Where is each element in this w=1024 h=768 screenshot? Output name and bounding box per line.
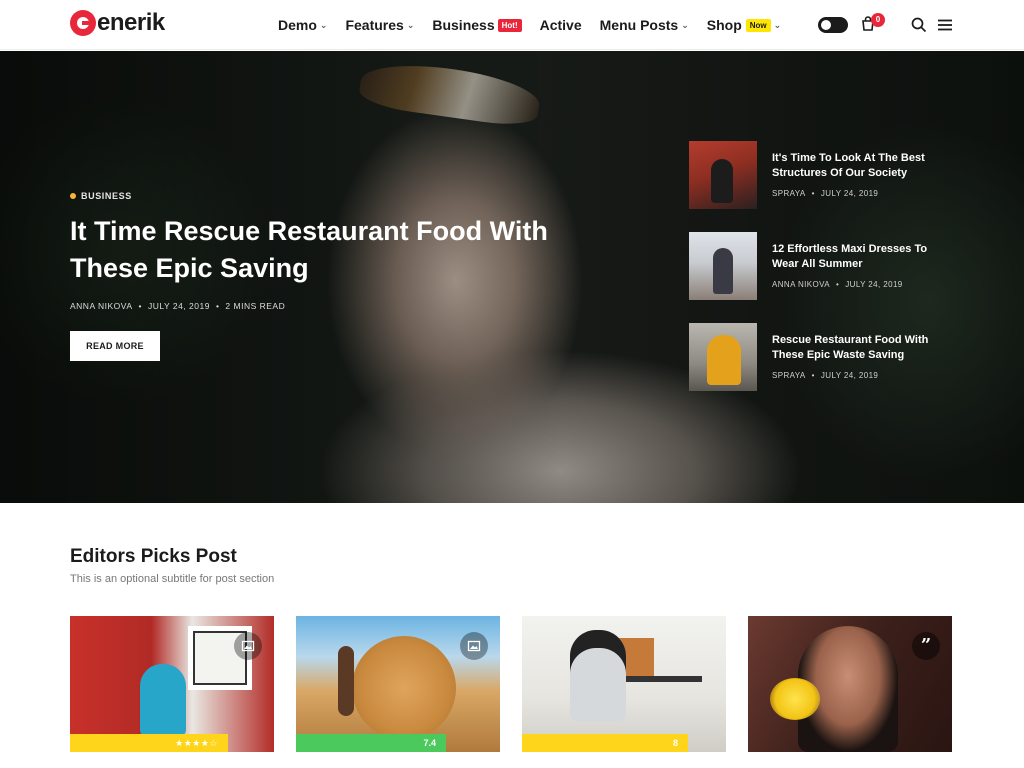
post-card[interactable]: 7.4	[296, 616, 500, 752]
dark-mode-toggle[interactable]	[818, 17, 848, 33]
read-more-button[interactable]: Read More	[70, 331, 160, 361]
hero-side-posts: It's Time To Look At The Best Structures…	[689, 141, 954, 414]
side-post-date: July 24, 2019	[845, 280, 903, 289]
post-card[interactable]: 8	[522, 616, 726, 752]
hero-featured-post: Business It Time Rescue Restaurant Food …	[70, 191, 630, 361]
nav-item-menu-posts[interactable]: Menu Posts ⌄	[600, 17, 689, 33]
site-header: enerik Demo ⌄ Features ⌄ Business Hot! A…	[0, 0, 1024, 50]
cart-button[interactable]: 0	[860, 13, 885, 34]
cart-count-badge: 0	[871, 13, 885, 27]
section-subtitle: This is an optional subtitle for post se…	[70, 573, 275, 585]
logo-text: enerik	[97, 9, 165, 36]
side-post-date: July 24, 2019	[820, 371, 879, 380]
side-post-thumbnail[interactable]	[689, 323, 757, 391]
logo-mark-icon	[70, 10, 96, 36]
category-label: Business	[81, 191, 132, 201]
main-nav: Demo ⌄ Features ⌄ Business Hot! Active M…	[278, 0, 799, 50]
rating-bar: 8	[522, 734, 688, 752]
category-dot	[70, 193, 76, 199]
site-logo[interactable]: enerik	[70, 10, 165, 36]
hero-author[interactable]: Anna Nikova	[70, 301, 133, 311]
hamburger-menu-icon[interactable]	[936, 16, 954, 34]
rating-bar: 7.4	[296, 734, 446, 752]
post-card[interactable]: ★★★★☆	[70, 616, 274, 752]
side-post-thumbnail[interactable]	[689, 232, 757, 300]
nav-label: Menu Posts	[599, 17, 679, 33]
side-post[interactable]: 12 Effortless Maxi Dresses To Wear All S…	[689, 232, 954, 300]
hero-title[interactable]: It Time Rescue Restaurant Food With Thes…	[70, 213, 630, 287]
meta-separator: •	[811, 189, 815, 198]
rating-bar: ★★★★☆	[70, 734, 228, 752]
hero-date: July 24, 2019	[147, 301, 210, 311]
nav-item-features[interactable]: Features ⌄	[345, 17, 414, 33]
side-post-text: It's Time To Look At The Best Structures…	[772, 141, 954, 209]
side-post-title[interactable]: Rescue Restaurant Food With These Epic W…	[772, 333, 954, 362]
score-value: 7.4	[423, 738, 436, 748]
nav-label: Shop	[706, 17, 742, 33]
image-gallery-icon	[234, 632, 262, 660]
side-post-author[interactable]: Spraya	[772, 189, 806, 198]
card-image-flowers	[770, 678, 820, 720]
meta-separator: •	[215, 301, 220, 311]
side-post-text: 12 Effortless Maxi Dresses To Wear All S…	[772, 232, 954, 300]
card-image-figure	[140, 664, 186, 736]
header-tools: 0	[818, 0, 954, 50]
score-value: 8	[672, 738, 678, 748]
nav-item-business[interactable]: Business Hot!	[432, 17, 522, 33]
nav-label: Business	[432, 17, 495, 33]
chevron-down-icon: ⌄	[406, 19, 415, 30]
side-post-meta: Spraya • July 24, 2019	[772, 371, 954, 380]
side-post-meta: Anna Nikova • July 24, 2019	[772, 280, 954, 289]
section-title: Editors Picks Post	[70, 546, 237, 567]
side-post[interactable]: Rescue Restaurant Food With These Epic W…	[689, 323, 954, 391]
card-image-wooden-sign	[352, 636, 456, 740]
card-image-figure	[338, 646, 354, 716]
nav-item-active[interactable]: Active	[540, 17, 582, 33]
star-rating: ★★★★☆	[175, 737, 218, 748]
meta-separator: •	[138, 301, 142, 311]
side-post-date: July 24, 2019	[820, 189, 879, 198]
side-post-title[interactable]: It's Time To Look At The Best Structures…	[772, 151, 954, 180]
nav-item-shop[interactable]: Shop Now ⌄	[707, 17, 781, 33]
nav-label: Demo	[278, 17, 317, 33]
hero-meta: Anna Nikova • July 24, 2019 • 2 Mins Rea…	[70, 301, 630, 311]
side-post-thumbnail[interactable]	[689, 141, 757, 209]
nav-label: Active	[539, 17, 582, 33]
quote-icon: ”	[912, 632, 940, 660]
hot-badge: Hot!	[497, 18, 522, 32]
image-gallery-icon	[460, 632, 488, 660]
hero-section: Business It Time Rescue Restaurant Food …	[0, 51, 1024, 503]
chevron-down-icon: ⌄	[773, 19, 782, 30]
card-image-figure	[570, 630, 626, 722]
side-post-text: Rescue Restaurant Food With These Epic W…	[772, 323, 954, 391]
chevron-down-icon: ⌄	[319, 19, 328, 30]
nav-item-demo[interactable]: Demo ⌄	[278, 17, 327, 33]
nav-label: Features	[345, 17, 404, 33]
meta-separator: •	[836, 280, 840, 289]
meta-separator: •	[811, 371, 815, 380]
post-card[interactable]: ”	[748, 616, 952, 752]
now-badge: Now	[745, 18, 771, 32]
side-post-meta: Spraya • July 24, 2019	[772, 189, 954, 198]
side-post-author[interactable]: Anna Nikova	[772, 280, 830, 289]
editors-picks-grid: ★★★★☆ 7.4 8 ”	[70, 616, 952, 752]
hero-category[interactable]: Business	[70, 191, 630, 201]
chevron-down-icon: ⌄	[681, 19, 689, 30]
search-icon[interactable]	[910, 16, 928, 34]
card-image-desk	[622, 676, 702, 682]
side-post-author[interactable]: Spraya	[772, 371, 806, 380]
hero-read-time: 2 Mins Read	[225, 301, 286, 311]
side-post-title[interactable]: 12 Effortless Maxi Dresses To Wear All S…	[772, 242, 954, 271]
side-post[interactable]: It's Time To Look At The Best Structures…	[689, 141, 954, 209]
